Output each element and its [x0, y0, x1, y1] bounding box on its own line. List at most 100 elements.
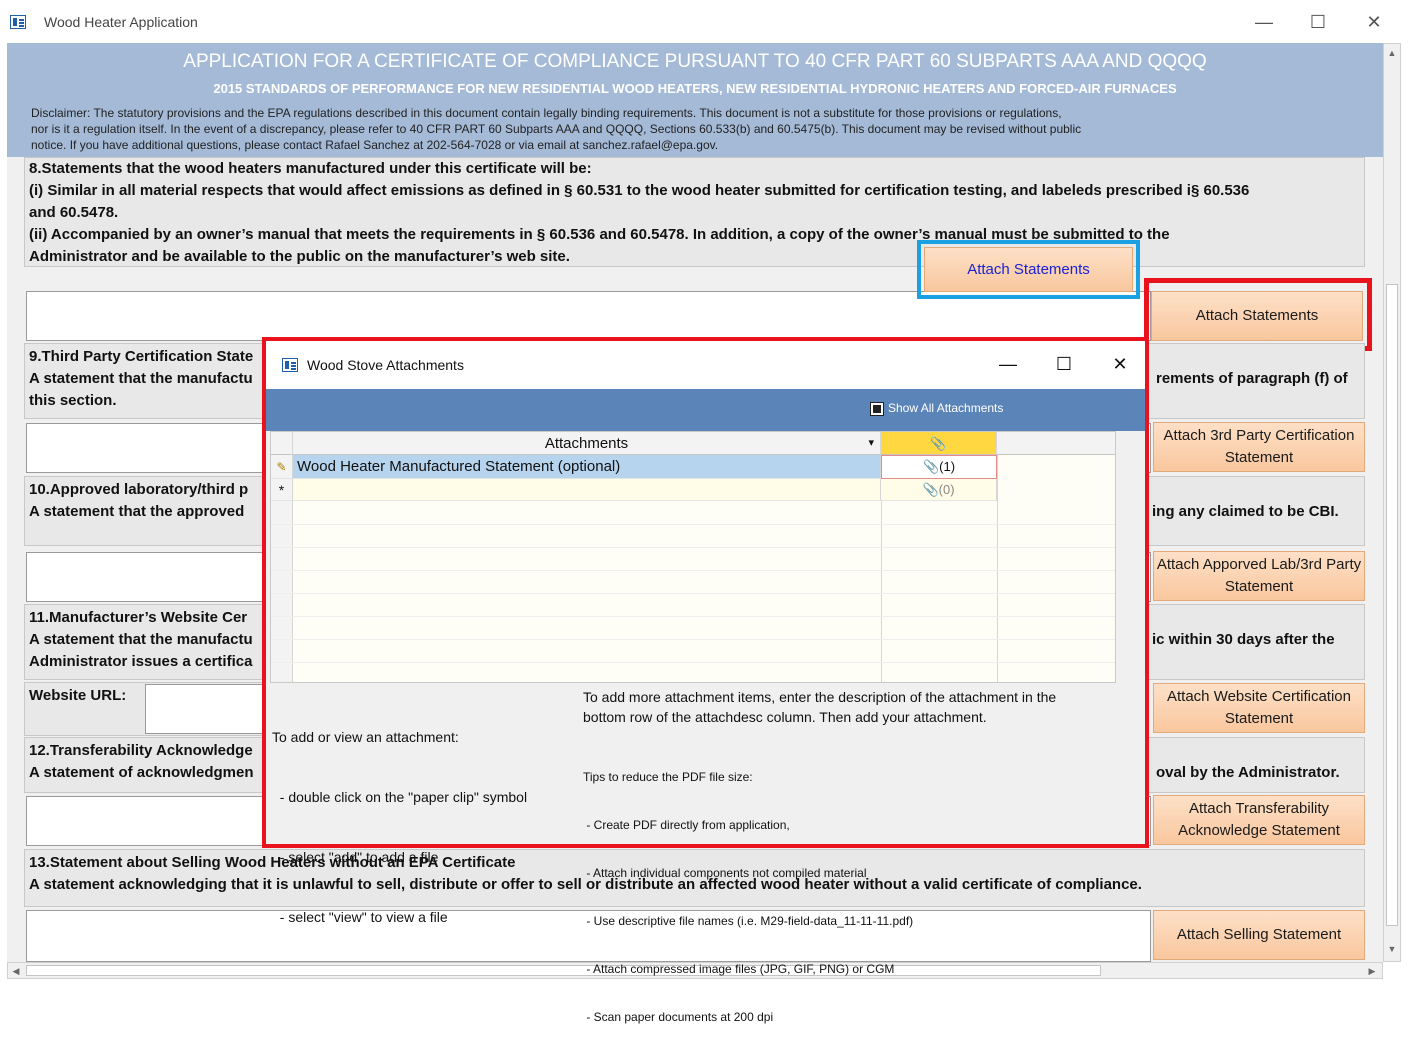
section-11-text-2: Administrator issues a certifica — [29, 653, 253, 670]
maximize-button[interactable]: ☐ — [1306, 12, 1330, 32]
section-9-text-2: this section. — [29, 392, 117, 409]
section-10-text-1: A statement that the approved — [29, 503, 245, 520]
section-11-heading: 11.Manufacturer’s Website Cer — [29, 609, 248, 626]
dialog-toolbar: Show All Attachments — [266, 389, 1145, 431]
grid-line — [271, 639, 1115, 640]
disclaimer-line-1: Disclaimer: The statutory provisions and… — [31, 106, 1062, 120]
section-11-text-1-end: ic within 30 days after the — [1152, 631, 1335, 648]
show-all-checkbox[interactable] — [870, 402, 884, 416]
dialog-app-icon — [282, 358, 298, 372]
dialog-maximize-button[interactable]: ☐ — [1052, 354, 1076, 374]
help-instructions: To add or view an attachment: - double c… — [272, 687, 527, 967]
section-8-text-2: and 60.5478. — [29, 204, 119, 221]
row-selector-column — [271, 501, 293, 682]
grid-line — [271, 593, 1115, 594]
grid-line — [271, 524, 1115, 525]
section-9-text-1-end: rements of paragraph (f) of — [1156, 370, 1348, 387]
window-title: Wood Heater Application — [44, 14, 198, 30]
help-more-line-2: bottom row of the attachdesc column. The… — [583, 709, 987, 725]
column-sort-icon[interactable]: ▾ — [868, 432, 874, 455]
attachments-dialog: Wood Stove Attachments — ☐ ✕ Show All At… — [262, 337, 1149, 1024]
form-header: APPLICATION FOR A CERTIFICATE OF COMPLIA… — [7, 43, 1383, 157]
tip-line: - Use descriptive file names (i.e. M29-f… — [583, 914, 914, 928]
vertical-scroll-thumb[interactable] — [1386, 284, 1398, 926]
scroll-left-arrow[interactable]: ◀ — [10, 964, 22, 978]
row-selector-new[interactable]: * — [271, 479, 293, 501]
dialog-close-button[interactable]: ✕ — [1108, 354, 1132, 374]
attachments-column-header[interactable]: Attachments ▾ — [293, 432, 881, 455]
attach-3rd-party-button[interactable]: Attach 3rd Party Certification Statement — [1153, 422, 1365, 472]
pdf-tips: Tips to reduce the PDF file size: - Crea… — [583, 737, 913, 1057]
title-bar: Wood Heater Application — ☐ ✕ — [0, 0, 1413, 43]
form-title: APPLICATION FOR A CERTIFICATE OF COMPLIA… — [183, 51, 1207, 72]
attachment-count: (1) — [939, 459, 956, 474]
grid-line — [271, 662, 1115, 663]
tip-line: Tips to reduce the PDF file size: — [583, 770, 753, 784]
help-line: - select "view" to view a file — [272, 909, 448, 925]
grid-line — [271, 616, 1115, 617]
form-subtitle: 2015 STANDARDS OF PERFORMANCE FOR NEW RE… — [213, 81, 1177, 96]
disclaimer: Disclaimer: The statutory provisions and… — [31, 105, 1371, 153]
attachment-count-cell[interactable]: 📎(1) — [881, 455, 997, 479]
paperclip-icon: 📎 — [930, 436, 947, 451]
section-8-text-1: (i) Similar in all material respects tha… — [29, 182, 1250, 199]
grid-line — [271, 570, 1115, 571]
grid-line — [271, 547, 1115, 548]
section-9-heading: 9.Third Party Certification State — [29, 348, 254, 365]
dialog-title: Wood Stove Attachments — [307, 357, 464, 373]
minimize-button[interactable]: — — [1252, 12, 1276, 32]
app-icon — [10, 15, 26, 29]
dialog-minimize-button[interactable]: — — [996, 354, 1020, 374]
tip-line: - Scan paper documents at 200 dpi — [583, 1010, 774, 1024]
paperclip-icon: 📎 — [922, 459, 940, 474]
empty-column-header — [997, 432, 1115, 455]
new-description-cell[interactable] — [293, 479, 881, 501]
new-attachment-count-cell[interactable]: 📎(0) — [881, 479, 997, 501]
section-12-heading: 12.Transferability Acknowledge — [29, 742, 253, 759]
attach-approved-lab-button[interactable]: Attach Apporved Lab/3rd Party Statement — [1153, 551, 1365, 601]
paperclip-column-header[interactable]: 📎 — [881, 432, 997, 455]
scroll-down-arrow[interactable]: ▼ — [1385, 942, 1399, 956]
section-10-heading: 10.Approved laboratory/third p — [29, 481, 249, 498]
dialog-title-bar: Wood Stove Attachments — ☐ ✕ — [266, 341, 1145, 389]
scroll-up-arrow[interactable]: ▲ — [1385, 46, 1399, 60]
paperclip-icon: 📎 — [922, 482, 939, 497]
scroll-right-arrow[interactable]: ▶ — [1366, 964, 1378, 978]
attach-statements-button-highlighted[interactable]: Attach Statements — [924, 247, 1133, 292]
section-9-text-1: A statement that the manufactu — [29, 370, 253, 387]
vertical-scrollbar[interactable]: ▲ ▼ — [1383, 43, 1401, 962]
grid-divider — [881, 501, 882, 682]
attach-website-button[interactable]: Attach Website Certification Statement — [1153, 683, 1365, 733]
disclaimer-line-3: notice. If you have additional questions… — [31, 138, 719, 152]
horizontal-scroll-thumb[interactable] — [26, 965, 1101, 976]
attach-transferability-button[interactable]: Attach Transferability Acknowledge State… — [1153, 795, 1365, 845]
section-12-text-1: A statement of acknowledgmen — [29, 764, 254, 781]
select-all-corner[interactable] — [271, 432, 293, 455]
attachments-datasheet: Attachments ▾ 📎 ✎ Wood Heater Manufactur… — [270, 431, 1116, 683]
tip-line: - Attach compressed image files (JPG, GI… — [583, 962, 895, 976]
help-line: To add or view an attachment: — [272, 729, 459, 745]
disclaimer-line-2: nor is it a regulation itself. In the ev… — [31, 122, 1082, 136]
attach-selling-button[interactable]: Attach Selling Statement — [1153, 910, 1365, 960]
attachment-description-cell[interactable]: Wood Heater Manufactured Statement (opti… — [293, 455, 881, 479]
tip-line: - Attach individual components not compi… — [583, 866, 867, 880]
attachments-column-label: Attachments — [544, 435, 629, 452]
datasheet-filler — [1116, 431, 1141, 683]
grid-divider — [997, 455, 998, 682]
section-8: 8.Statements that the wood heaters manuf… — [24, 157, 1365, 267]
help-line: - double click on the "paper clip" symbo… — [272, 789, 528, 805]
section-12-text-1-end: oval by the Administrator. — [1156, 764, 1340, 781]
help-more-items: To add more attachment items, enter the … — [583, 687, 1143, 727]
attachment-count: (0) — [938, 482, 955, 497]
help-more-line-1: To add more attachment items, enter the … — [583, 689, 1057, 705]
checkbox-fill — [873, 405, 881, 413]
section-8-text-4: Administrator and be available to the pu… — [29, 248, 570, 265]
close-button[interactable]: ✕ — [1362, 12, 1386, 32]
section-11-text-1: A statement that the manufactu — [29, 631, 253, 648]
attach-statements-button[interactable]: Attach Statements — [1151, 291, 1363, 341]
website-url-label: Website URL: — [29, 687, 127, 704]
show-all-label[interactable]: Show All Attachments — [888, 401, 1003, 415]
section-10-text-1-end: ing any claimed to be CBI. — [1152, 503, 1339, 520]
tip-line: - Create PDF directly from application, — [583, 818, 790, 832]
row-selector-edit[interactable]: ✎ — [271, 455, 293, 479]
